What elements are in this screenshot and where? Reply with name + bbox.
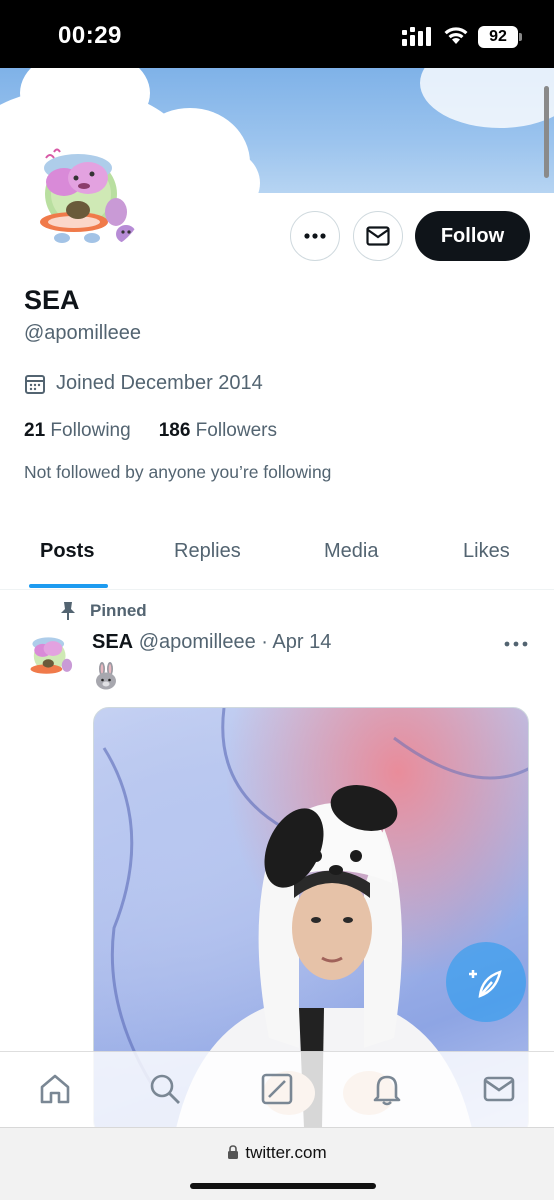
followers-label: Followers	[195, 420, 277, 441]
banner-cloud	[420, 68, 554, 128]
post-author-avatar[interactable]	[24, 628, 80, 684]
avatar-illustration	[40, 148, 136, 243]
following-label: Following	[50, 420, 131, 441]
display-name: SEA	[24, 285, 80, 315]
message-button[interactable]	[353, 211, 403, 261]
envelope-icon	[366, 226, 390, 246]
tab-replies[interactable]: Replies	[174, 540, 241, 563]
search-icon[interactable]	[148, 1072, 182, 1106]
battery-indicator: 92	[478, 26, 518, 48]
more-options-button[interactable]	[290, 211, 340, 261]
follow-button[interactable]: Follow	[415, 211, 530, 261]
profile-tabs: Posts Replies Media Likes	[0, 520, 554, 590]
status-bar: 00:29 92	[0, 0, 554, 68]
tab-likes[interactable]: Likes	[463, 540, 510, 563]
compose-feather-icon	[469, 970, 502, 998]
grok-icon[interactable]	[260, 1072, 294, 1106]
post-date[interactable]: Apr 14	[272, 631, 331, 653]
joined-date: Joined December 2014	[24, 372, 263, 395]
cellular-signal-icon	[402, 27, 431, 46]
rabbit-emoji-icon	[96, 662, 116, 690]
joined-text: Joined December 2014	[56, 372, 263, 394]
post-separator: ·	[261, 631, 268, 653]
post-more-icon[interactable]	[503, 634, 529, 654]
follow-stats: 21 Following 186 Followers	[24, 420, 305, 442]
active-tab-indicator	[29, 584, 108, 588]
compose-post-button[interactable]	[446, 942, 526, 1022]
followers-link[interactable]: 186 Followers	[159, 420, 277, 442]
messages-icon[interactable]	[482, 1072, 516, 1106]
tab-media[interactable]: Media	[324, 540, 378, 563]
bottom-navigation	[0, 1051, 554, 1127]
notifications-icon[interactable]	[370, 1072, 404, 1106]
following-count: 21	[24, 420, 46, 441]
lock-icon	[228, 1145, 239, 1159]
post-author-name[interactable]: SEA	[92, 631, 133, 653]
home-indicator[interactable]	[190, 1183, 376, 1189]
user-handle: @apomilleee	[24, 322, 142, 344]
pinned-label: Pinned	[90, 601, 147, 620]
tab-posts[interactable]: Posts	[40, 540, 94, 563]
status-time: 00:29	[58, 22, 122, 49]
calendar-icon	[25, 374, 45, 394]
following-link[interactable]: 21 Following	[24, 420, 131, 442]
url-text: twitter.com	[245, 1143, 327, 1162]
url-display[interactable]: twitter.com	[0, 1143, 554, 1163]
scrollbar[interactable]	[544, 86, 549, 178]
home-icon[interactable]	[38, 1072, 72, 1106]
avatar-illustration	[30, 637, 73, 674]
profile-avatar[interactable]	[22, 130, 150, 258]
not-followed-notice: Not followed by anyone you’re following	[24, 462, 332, 482]
post-header: SEA @apomilleee · Apr 14	[92, 631, 331, 654]
browser-address-bar[interactable]: twitter.com	[0, 1127, 554, 1200]
pinned-indicator: Pinned	[60, 601, 147, 621]
pin-icon	[61, 602, 75, 620]
more-horizontal-icon	[304, 233, 326, 239]
wifi-icon	[444, 27, 468, 44]
post-author-handle[interactable]: @apomilleee	[139, 631, 256, 653]
followers-count: 186	[158, 420, 191, 441]
battery-tip	[519, 33, 522, 41]
